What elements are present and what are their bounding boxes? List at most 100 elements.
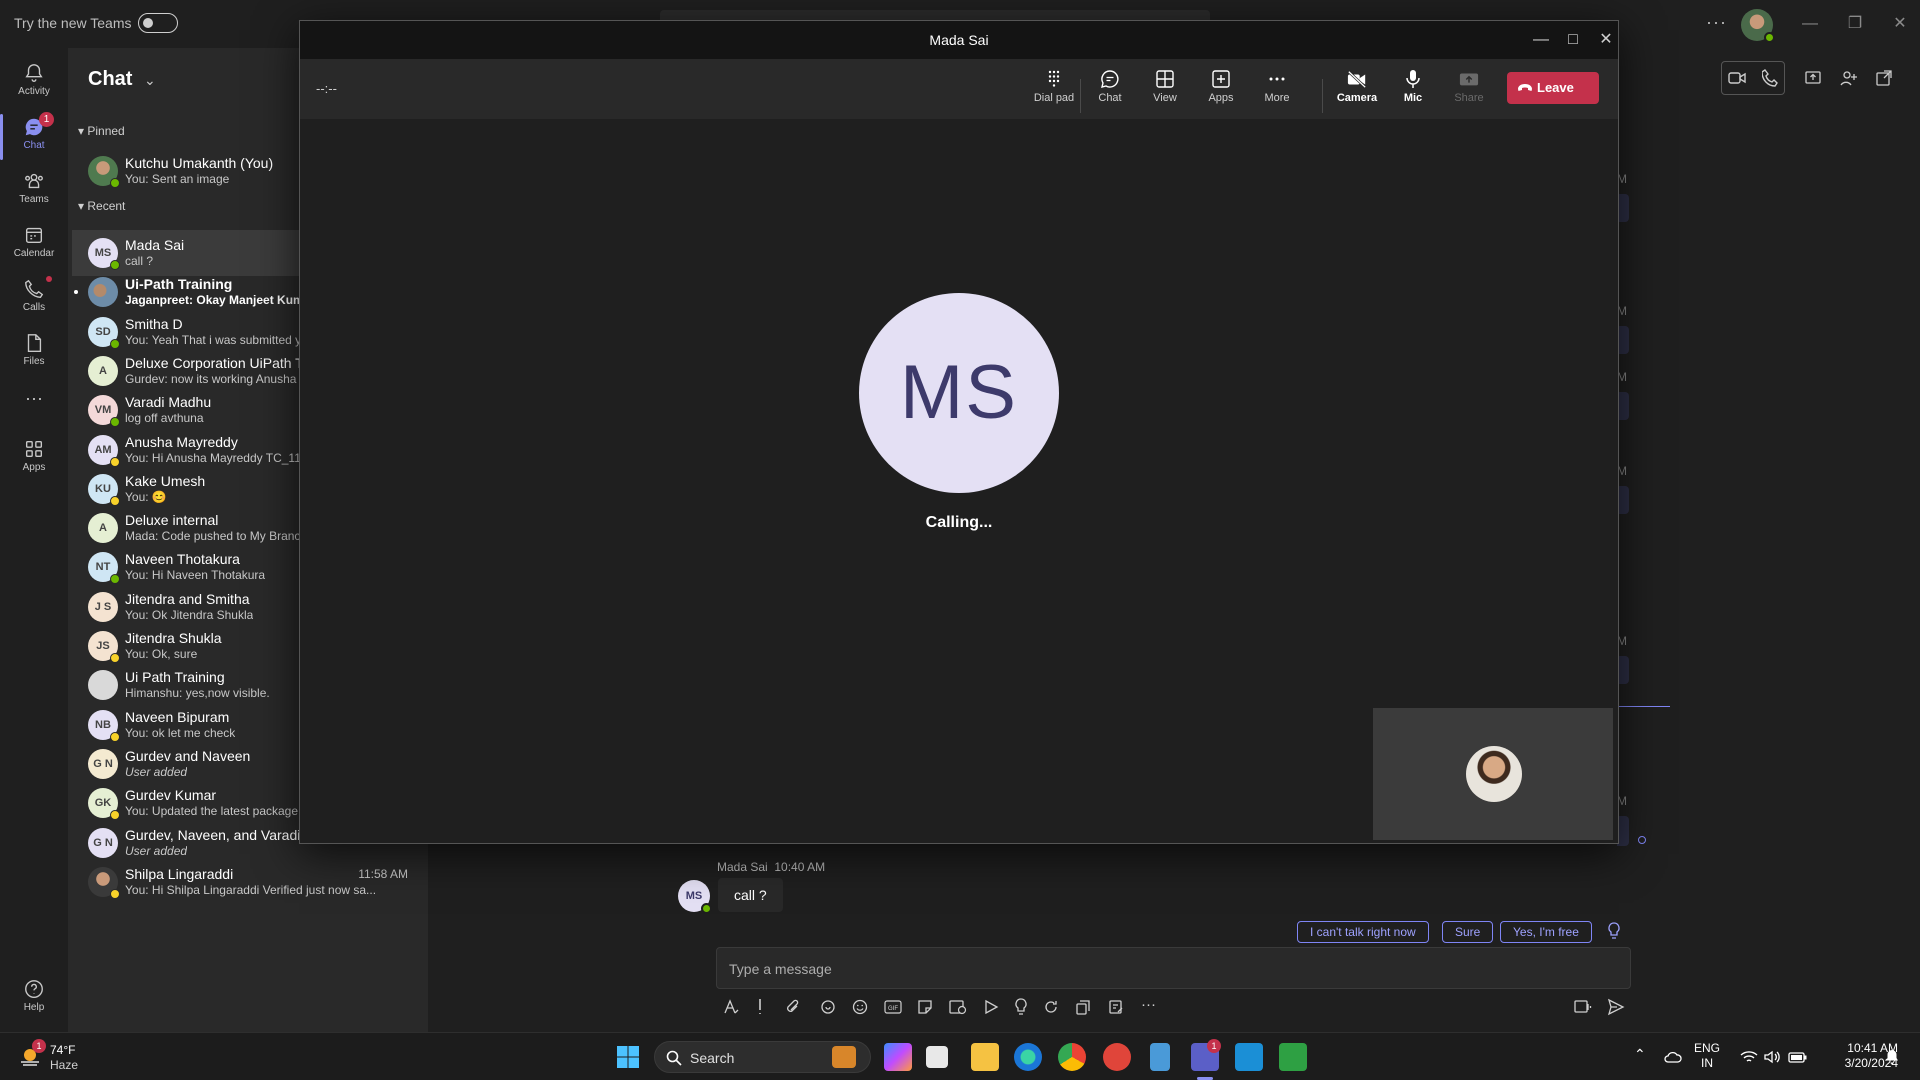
praise-icon[interactable]	[1014, 998, 1028, 1016]
rail-help[interactable]: Help	[0, 972, 68, 1024]
suggested-reply-yes-free[interactable]: Yes, I'm free	[1500, 921, 1592, 943]
call-more-button[interactable]: More	[1250, 69, 1304, 113]
restore-icon[interactable]: ❐	[1840, 10, 1870, 38]
rail-calls[interactable]: Calls	[0, 272, 68, 324]
pinned-label: Pinned	[87, 124, 125, 138]
audio-call-icon[interactable]	[1762, 69, 1778, 87]
self-view[interactable]	[1373, 708, 1613, 840]
chat-item-name: Smitha D	[125, 315, 183, 332]
stream-icon[interactable]	[983, 999, 999, 1015]
file-explorer-icon[interactable]	[971, 1043, 999, 1071]
message-input[interactable]	[729, 958, 1609, 980]
language-indicator[interactable]: ENG IN	[1694, 1041, 1720, 1071]
pinned-section-header[interactable]: ▾ Pinned	[78, 124, 125, 138]
call-apps-button[interactable]: Apps	[1194, 69, 1248, 113]
windows-start-icon[interactable]	[616, 1045, 640, 1069]
avatar	[88, 670, 118, 701]
suggested-reply-sure[interactable]: Sure	[1442, 921, 1494, 943]
dictate-icon[interactable]	[1574, 999, 1592, 1015]
app-s-icon[interactable]	[1235, 1043, 1263, 1071]
call-apps-label: Apps	[1208, 92, 1234, 104]
pop-out-icon[interactable]	[1876, 70, 1892, 86]
call-close-icon[interactable]: ✕	[1591, 27, 1621, 53]
rail-help-label: Help	[23, 1002, 45, 1013]
chat-item[interactable]: Shilpa Lingaraddi You: Hi Shilpa Lingarad…	[72, 859, 428, 905]
rail-activity[interactable]: Activity	[0, 56, 68, 108]
add-people-icon[interactable]	[1840, 70, 1858, 86]
teams-badge: 1	[1207, 1039, 1221, 1053]
camera-toggle-button[interactable]: Camera	[1330, 69, 1384, 113]
compose-box[interactable]	[716, 947, 1631, 989]
call-maximize-icon[interactable]: □	[1558, 27, 1588, 53]
unread-dot	[74, 290, 78, 295]
try-new-teams-toggle[interactable]	[138, 13, 178, 33]
copilot-icon[interactable]	[884, 1043, 912, 1071]
chat-item-name: Mada Sai	[125, 237, 185, 253]
leave-call-button[interactable]: Leave	[1507, 72, 1599, 104]
onedrive-icon[interactable]	[1664, 1049, 1682, 1065]
view-button[interactable]: View	[1138, 69, 1192, 113]
tray-chevron-up-icon[interactable]: ⌃	[1634, 1047, 1646, 1062]
chevron-down-icon[interactable]: ⌄	[144, 72, 156, 89]
notepad-icon[interactable]	[1150, 1043, 1170, 1071]
profile-avatar[interactable]	[1741, 9, 1775, 43]
suggested-reply-cant-talk[interactable]: I can't talk right now	[1297, 921, 1429, 943]
task-view-icon[interactable]	[926, 1046, 948, 1068]
app-rail: Activity 1 Chat Teams Calendar Calls Fil…	[0, 48, 68, 1032]
loop-icon[interactable]	[820, 999, 836, 1015]
rail-apps[interactable]: Apps	[0, 432, 68, 484]
search-icon	[666, 1050, 682, 1066]
lightbulb-icon[interactable]	[1607, 922, 1621, 940]
call-more-label: More	[1264, 92, 1290, 104]
presence-available-icon	[110, 178, 120, 188]
rail-files-label: Files	[23, 356, 45, 367]
forms-icon[interactable]	[1108, 999, 1124, 1015]
taskbar-search[interactable]: Search	[654, 1041, 871, 1073]
notification-bell-icon[interactable]	[1884, 1049, 1900, 1065]
message-bubble[interactable]: call ?	[718, 878, 783, 912]
rail-chat[interactable]: 1 Chat	[0, 110, 68, 162]
format-icon[interactable]	[723, 999, 739, 1015]
battery-icon[interactable]	[1788, 1049, 1808, 1065]
important-icon[interactable]	[756, 998, 764, 1016]
edge-icon[interactable]	[1014, 1043, 1042, 1071]
office-app-icon[interactable]	[1103, 1043, 1131, 1071]
sticker-icon[interactable]	[917, 999, 933, 1015]
more-options-icon[interactable]: ···	[1141, 996, 1156, 1013]
volume-icon[interactable]	[1763, 1049, 1781, 1065]
share-screen-icon[interactable]	[1805, 70, 1821, 86]
update-icon[interactable]	[1043, 999, 1059, 1015]
gif-icon[interactable]: GIF	[884, 999, 902, 1015]
chat-item-name: Varadi Madhu	[125, 394, 212, 411]
emoji-icon[interactable]	[852, 999, 868, 1015]
teams-taskbar-icon[interactable]: 1	[1191, 1039, 1221, 1071]
schedule-meeting-icon[interactable]	[949, 999, 967, 1015]
attach-icon[interactable]	[785, 998, 801, 1016]
close-icon[interactable]: ✕	[1885, 10, 1915, 38]
rail-more[interactable]: ···	[0, 378, 68, 430]
rail-files[interactable]: Files	[0, 326, 68, 378]
mic-toggle-button[interactable]: Mic	[1386, 69, 1440, 113]
rail-teams[interactable]: Teams	[0, 164, 68, 216]
dialpad-label: Dial pad	[1033, 92, 1075, 104]
chat-list-title[interactable]: Chat	[88, 68, 132, 91]
recent-section-header[interactable]: ▾ Recent	[78, 199, 125, 213]
chat-icon	[1101, 70, 1119, 88]
rail-calendar[interactable]: Calendar	[0, 218, 68, 270]
call-window-titlebar: Mada Sai — □ ✕	[300, 21, 1618, 59]
call-chat-button[interactable]: Chat	[1083, 69, 1137, 113]
video-call-icon[interactable]	[1728, 70, 1746, 86]
call-minimize-icon[interactable]: —	[1526, 27, 1556, 53]
share-button[interactable]: Share	[1442, 69, 1496, 113]
self-avatar	[1466, 746, 1522, 802]
dialpad-button[interactable]: Dial pad	[1024, 69, 1084, 113]
minimize-icon[interactable]: —	[1795, 10, 1825, 38]
media-app-icon[interactable]	[1279, 1043, 1307, 1071]
avatar: J S	[88, 591, 118, 622]
chrome-icon[interactable]	[1058, 1043, 1086, 1071]
settings-more-icon[interactable]: ···	[1706, 12, 1727, 33]
send-icon[interactable]	[1607, 998, 1625, 1016]
wifi-icon[interactable]	[1740, 1049, 1758, 1065]
chat-item-preview: Mada: Code pushed to My Branch	[125, 529, 308, 544]
approvals-icon[interactable]	[1075, 999, 1091, 1015]
